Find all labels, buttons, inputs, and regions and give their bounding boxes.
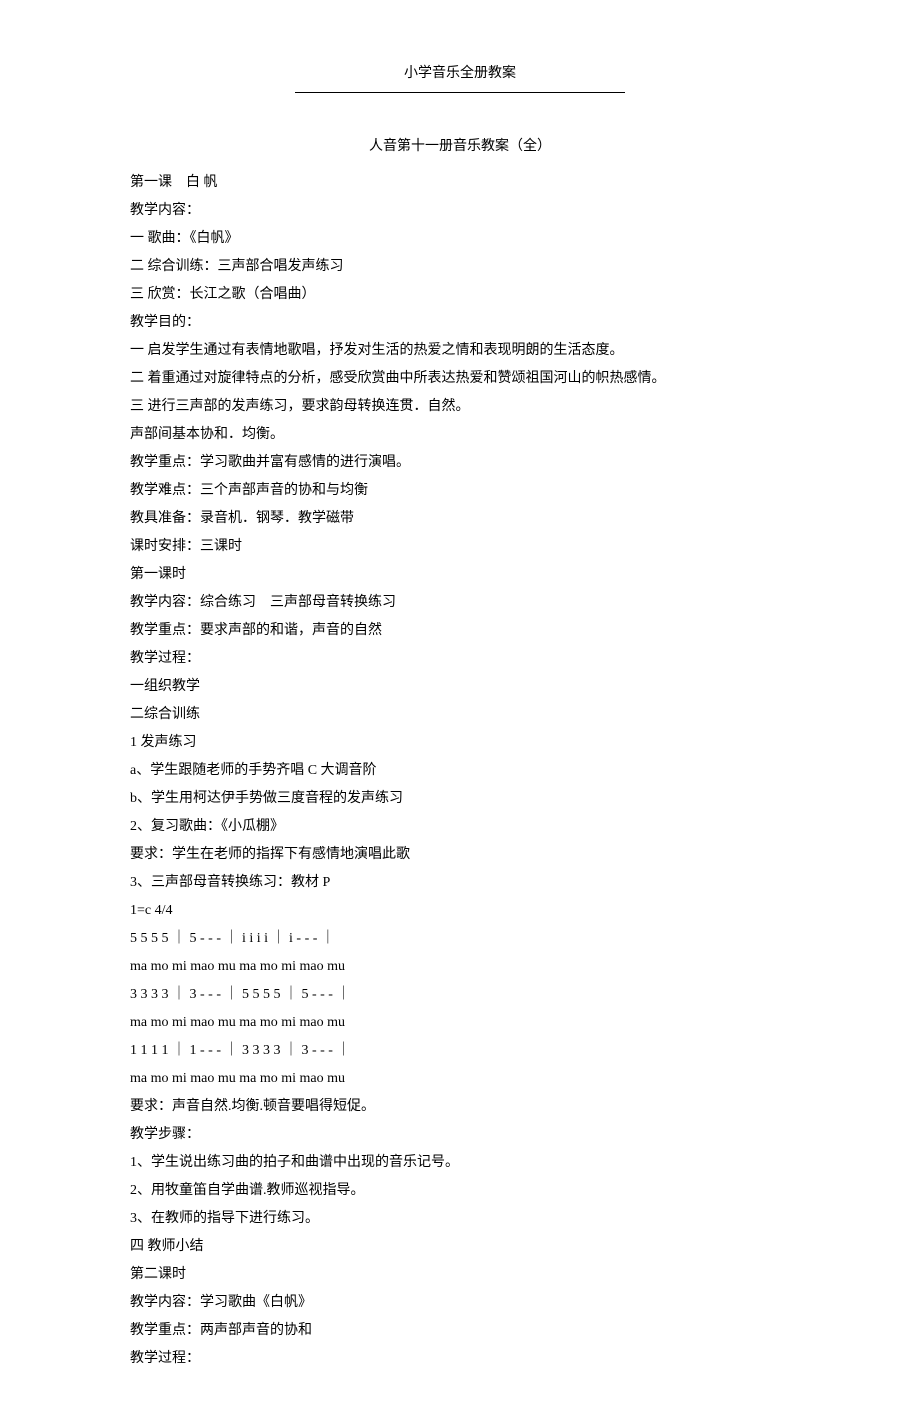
body-line: 要求：声音自然.均衡.顿音要唱得短促。 [130, 1093, 790, 1121]
body-line: 教学内容：综合练习 三声部母音转换练习 [130, 589, 790, 617]
body-line: 四 教师小结 [130, 1233, 790, 1261]
title-text: 人音第十一册音乐教案（全） [369, 139, 551, 154]
document-title: 人音第十一册音乐教案（全） [130, 133, 790, 161]
document-body: 第一课 白 帆教学内容：一 歌曲：《白帆》二 综合训练：三声部合唱发声练习三 欣… [130, 169, 790, 1373]
body-line: 课时安排：三课时 [130, 533, 790, 561]
body-line: 第一课 白 帆 [130, 169, 790, 197]
body-line: 第二课时 [130, 1261, 790, 1289]
body-line: ma mo mi mao mu ma mo mi mao mu [130, 1065, 790, 1093]
body-line: 1、学生说出练习曲的拍子和曲谱中出现的音乐记号。 [130, 1149, 790, 1177]
body-line: 1=c 4/4 [130, 897, 790, 925]
body-line: 教学内容： [130, 197, 790, 225]
body-line: 教学难点：三个声部声音的协和与均衡 [130, 477, 790, 505]
body-line: ma mo mi mao mu ma mo mi mao mu [130, 1009, 790, 1037]
body-line: 教学目的： [130, 309, 790, 337]
body-line: 教学重点：要求声部的和谐，声音的自然 [130, 617, 790, 645]
body-line: 教学步骤： [130, 1121, 790, 1149]
body-line: 三 进行三声部的发声练习，要求韵母转换连贯．自然。 [130, 393, 790, 421]
body-line: 一 歌曲：《白帆》 [130, 225, 790, 253]
body-line: 3、在教师的指导下进行练习。 [130, 1205, 790, 1233]
body-line: 二 着重通过对旋律特点的分析，感受欣赏曲中所表达热爱和赞颂祖国河山的帜热感情。 [130, 365, 790, 393]
body-line: 教学内容：学习歌曲《白帆》 [130, 1289, 790, 1317]
body-line: 二综合训练 [130, 701, 790, 729]
body-line: ma mo mi mao mu ma mo mi mao mu [130, 953, 790, 981]
body-line: 声部间基本协和．均衡。 [130, 421, 790, 449]
body-line: 要求：学生在老师的指挥下有感情地演唱此歌 [130, 841, 790, 869]
body-line: 教学重点：学习歌曲并富有感情的进行演唱。 [130, 449, 790, 477]
body-line: 2、复习歌曲：《小瓜棚》 [130, 813, 790, 841]
body-line: 教具准备：录音机．钢琴．教学磁带 [130, 505, 790, 533]
body-line: a、学生跟随老师的手势齐唱 C 大调音阶 [130, 757, 790, 785]
body-line: 一 启发学生通过有表情地歌唱，抒发对生活的热爱之情和表现明朗的生活态度。 [130, 337, 790, 365]
body-line: 3 3 3 3 ｜ 3 - - - ｜ 5 5 5 5 ｜ 5 - - - ｜ [130, 981, 790, 1009]
header-text: 小学音乐全册教案 [404, 66, 516, 81]
body-line: 二 综合训练：三声部合唱发声练习 [130, 253, 790, 281]
body-line: 5 5 5 5 ｜ 5 - - - ｜ i i i i ｜ i - - - ｜ [130, 925, 790, 953]
body-line: 2、用牧童笛自学曲谱.教师巡视指导。 [130, 1177, 790, 1205]
body-line: 1 1 1 1 ｜ 1 - - - ｜ 3 3 3 3 ｜ 3 - - - ｜ [130, 1037, 790, 1065]
body-line: 教学过程： [130, 645, 790, 673]
page-header: 小学音乐全册教案 [295, 60, 625, 93]
body-line: b、学生用柯达伊手势做三度音程的发声练习 [130, 785, 790, 813]
body-line: 3、三声部母音转换练习：教材 P [130, 869, 790, 897]
body-line: 一组织教学 [130, 673, 790, 701]
body-line: 教学重点：两声部声音的协和 [130, 1317, 790, 1345]
body-line: 教学过程： [130, 1345, 790, 1373]
body-line: 第一课时 [130, 561, 790, 589]
body-line: 三 欣赏：长江之歌（合唱曲） [130, 281, 790, 309]
body-line: 1 发声练习 [130, 729, 790, 757]
